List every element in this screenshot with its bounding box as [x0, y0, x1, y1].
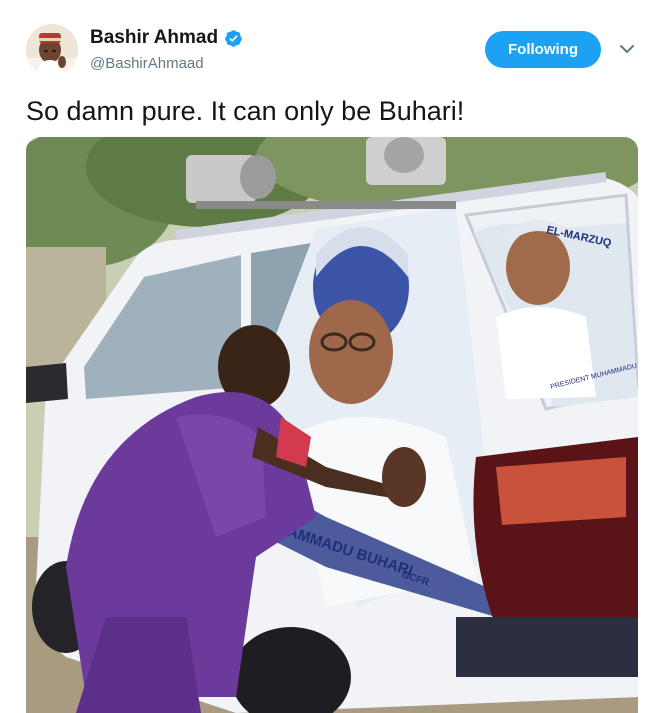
chevron-down-icon[interactable] [618, 42, 636, 56]
verified-badge-icon [225, 29, 242, 47]
author-name-row: Bashir Ahmad [90, 27, 243, 49]
tweet-photo[interactable]: EL-MARZUQ PRESIDENT MUHAMMADU MUHAMMADU … [26, 137, 638, 713]
tweet-card: Bashir Ahmad @BashirAhmaad Following So … [0, 0, 653, 713]
tweet-text: So damn pure. It can only be Buhari! [26, 96, 465, 126]
avatar[interactable] [26, 24, 78, 76]
author-handle[interactable]: @BashirAhmaad [90, 55, 204, 72]
following-button[interactable]: Following [485, 31, 601, 68]
author-display-name[interactable]: Bashir Ahmad [90, 27, 218, 49]
tweet-header: Bashir Ahmad @BashirAhmaad Following [0, 0, 653, 90]
